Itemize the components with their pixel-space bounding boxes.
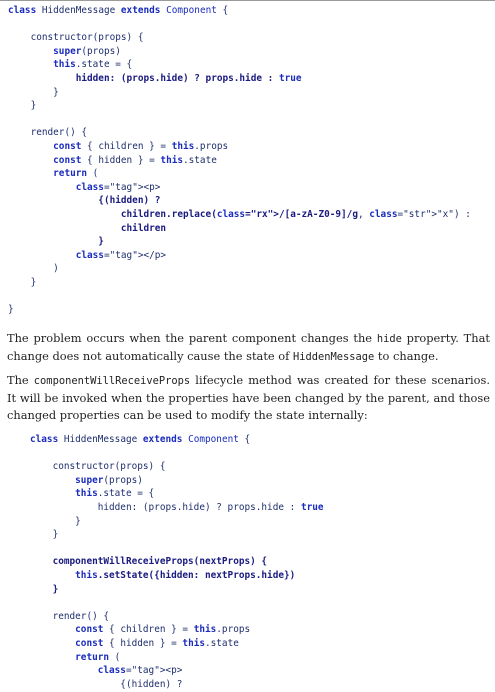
paragraph-1: The problem occurs when the parent compo… xyxy=(7,330,490,366)
code-line: this.state = { xyxy=(53,59,133,71)
code-line: ) xyxy=(8,263,59,275)
code-line: } xyxy=(8,304,14,316)
code-line: componentWillReceiveProps(nextProps) { xyxy=(30,556,268,568)
code-line: const { hidden } = this.state xyxy=(53,154,217,166)
code-line: {(hidden) ? xyxy=(8,195,161,207)
code-line: class HiddenMessage extends Component { xyxy=(8,5,229,16)
code-line: this.setState({hidden: nextProps.hide}) xyxy=(75,569,296,581)
paragraph-1-text-a: The problem occurs when the parent compo… xyxy=(7,331,377,345)
code-line: hidden: (props.hide) ? props.hide : true xyxy=(30,501,324,513)
code-block-1: class HiddenMessage extends Component { … xyxy=(8,4,471,317)
code-line: return ( xyxy=(53,168,99,180)
paragraph-1-inline-code-b: HiddenMessage xyxy=(292,351,375,363)
document-page: class HiddenMessage extends Component { … xyxy=(0,0,495,692)
code-line: render() { xyxy=(8,127,88,139)
code-line: hidden: (props.hide) ? props.hide : true xyxy=(8,72,302,84)
code-line: class="tag"><p> xyxy=(97,665,183,677)
paragraph-1-inline-code-a: hide xyxy=(376,333,402,345)
code-line: class="tag"></p> xyxy=(75,249,167,261)
code-line: children.replace(class="rx">/[a-zA-Z0-9]… xyxy=(8,208,471,220)
code-line: children xyxy=(8,222,167,234)
code-line: this.state = { xyxy=(75,488,155,500)
paragraph-2-text-a: The xyxy=(7,373,34,387)
code-line: } xyxy=(8,276,37,288)
code-line: const { children } = this.props xyxy=(53,140,229,152)
code-line: super(props) xyxy=(53,45,121,57)
code-line: const { children } = this.props xyxy=(75,624,251,636)
code-line: render() { xyxy=(30,610,110,622)
paragraph-1-text-c: to change. xyxy=(374,349,439,363)
code-line: } xyxy=(8,86,59,98)
code-line: } xyxy=(8,100,37,112)
code-line: const { hidden } = this.state xyxy=(75,637,239,649)
paragraph-2-inline-code: componentWillReceiveProps xyxy=(33,375,191,387)
code-line: } xyxy=(8,236,104,248)
top-divider xyxy=(0,0,495,1)
paragraph-2: The componentWillReceiveProps lifecycle … xyxy=(7,372,490,424)
code-line: } xyxy=(30,583,59,595)
code-line: class HiddenMessage extends Component { xyxy=(30,434,251,445)
code-line: constructor(props) { xyxy=(8,32,144,44)
code-block-2: class HiddenMessage extends Component { … xyxy=(30,433,324,691)
code-line: return ( xyxy=(75,651,121,663)
code-line: class="tag"><p> xyxy=(75,181,161,193)
code-line: super(props) xyxy=(75,474,143,486)
code-line: } xyxy=(30,515,81,527)
code-line: } xyxy=(30,529,59,541)
code-line: {(hidden) ? xyxy=(30,678,183,690)
code-line: constructor(props) { xyxy=(30,461,166,473)
